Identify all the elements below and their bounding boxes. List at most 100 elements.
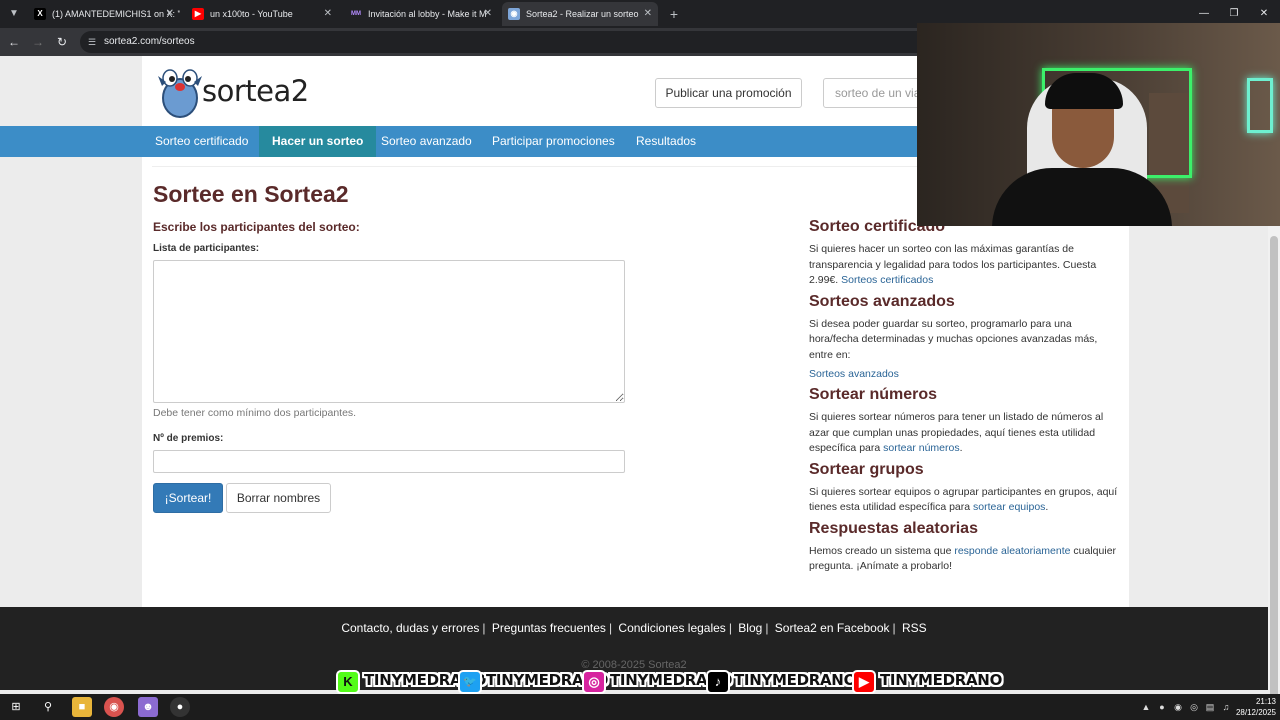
sidebar-certified-text: Si quieres hacer un sorteo con las máxim…	[809, 242, 1119, 289]
footer-separator: |	[608, 621, 613, 635]
advanced-draws-link[interactable]: Sorteos avanzados	[809, 367, 1119, 382]
footer-link-faq[interactable]: Preguntas frecuentes	[492, 621, 606, 635]
tray-app-icon-2[interactable]: ◉	[1172, 700, 1184, 714]
x-icon: X	[34, 8, 46, 20]
sidebar-groups-text: Si quieres sortear equipos o agrupar par…	[809, 485, 1119, 516]
draw-button[interactable]: ¡Sortear!	[153, 483, 223, 513]
sidebar-random-text: Hemos creado un sistema que responde ale…	[809, 544, 1119, 575]
sidebar-groups-period: .	[1045, 501, 1049, 513]
tab-search-icon[interactable]: ▼	[4, 4, 24, 24]
new-tab-icon[interactable]: +	[664, 4, 684, 24]
participants-textarea[interactable]	[153, 260, 625, 403]
certified-draws-link[interactable]: Sorteos certificados	[841, 274, 933, 286]
close-icon[interactable]: ✕	[324, 2, 332, 26]
footer-separator: |	[892, 621, 896, 635]
taskbar-clock[interactable]: 21:13 28/12/2025	[1232, 696, 1276, 718]
browser-tab-lobby[interactable]: MM Invitación al lobby - Make it M ✕	[344, 2, 498, 26]
instagram-icon: ◎	[582, 670, 606, 694]
footer-separator: |	[482, 621, 486, 635]
minimize-icon[interactable]: —	[1192, 4, 1216, 24]
logo-text: sortea2	[202, 74, 309, 108]
youtube-icon: ▶	[852, 670, 876, 694]
tray-app-icon-3[interactable]: ◎	[1188, 700, 1200, 714]
sidebar: Sorteo certificado Si quieres hacer un s…	[809, 214, 1119, 579]
footer-links: Contacto, dudas y errores | Preguntas fre…	[0, 621, 1268, 635]
prizes-input[interactable]	[153, 450, 625, 473]
draw-teams-link[interactable]: sortear equipos	[973, 501, 1045, 513]
close-window-icon[interactable]: ✕	[1252, 4, 1276, 24]
youtube-handle-text: TINYMEDRANO	[880, 671, 1003, 689]
sidebar-numbers-text: Si quieres sortear números para tener un…	[809, 410, 1119, 457]
sidebar-groups-title: Sortear grupos	[809, 460, 924, 478]
network-icon[interactable]: ▤	[1204, 700, 1216, 714]
clear-names-button[interactable]: Borrar nombres	[226, 483, 331, 513]
close-icon[interactable]: ✕	[484, 2, 492, 26]
footer-separator: |	[728, 621, 732, 635]
form-subtitle: Escribe los participantes del sorteo:	[153, 220, 360, 234]
volume-icon[interactable]: ♫	[1220, 700, 1232, 714]
reload-icon[interactable]: ↻	[52, 32, 72, 52]
close-icon[interactable]: ✕	[166, 2, 174, 26]
discord-icon[interactable]: ☻	[138, 697, 158, 717]
participants-help: Debe tener como mínimo dos participantes…	[153, 407, 357, 419]
tiktok-icon: ♪	[706, 670, 730, 694]
windows-start-icon[interactable]: ⊞	[6, 697, 26, 717]
file-explorer-icon[interactable]: ■	[72, 697, 92, 717]
restore-icon[interactable]: ❐	[1222, 4, 1246, 24]
address-bar[interactable]: ☰ sortea2.com/sorteos	[80, 31, 940, 53]
nav-item-hacer-sorteo[interactable]: Hacer un sorteo	[259, 126, 377, 157]
youtube-icon: ▶	[192, 8, 204, 20]
nav-item-sorteo-avanzado[interactable]: Sorteo avanzado	[368, 126, 485, 157]
page-title: Sortee en Sortea2	[153, 181, 349, 207]
footer-separator: |	[765, 621, 769, 635]
sidebar-numbers-title: Sortear números	[809, 386, 938, 403]
random-answers-link[interactable]: responde aleatoriamente	[954, 545, 1070, 557]
twitter-icon: 🐦	[458, 670, 482, 694]
nav-item-participar-promociones[interactable]: Participar promociones	[479, 126, 628, 157]
clock-time: 21:13	[1255, 697, 1276, 706]
sidebar-advanced-text: Si desea poder guardar su sorteo, progra…	[809, 317, 1098, 361]
publish-promotion-button[interactable]: Publicar una promoción	[655, 78, 802, 108]
chrome-icon[interactable]: ◉	[104, 697, 124, 717]
nav-item-resultados[interactable]: Resultados	[623, 126, 709, 157]
participants-label: Lista de participantes:	[153, 243, 260, 254]
makeit-icon: MM	[350, 8, 362, 20]
webcam-neon-sign	[1247, 78, 1273, 133]
webcam-overlay	[917, 23, 1280, 226]
tab-title: un x100to - YouTube	[210, 9, 293, 19]
footer-link-blog[interactable]: Blog	[738, 621, 762, 635]
nav-item-sorteo-certificado[interactable]: Sorteo certificado	[142, 126, 261, 157]
clock-date: 28/12/2025	[1235, 708, 1276, 717]
sidebar-numbers-period: .	[959, 442, 963, 454]
back-icon[interactable]: ←	[4, 32, 24, 52]
browser-tab-youtube[interactable]: ▶ un x100to - YouTube ✕	[186, 2, 338, 26]
close-icon[interactable]: ✕	[644, 2, 652, 26]
scrollbar-thumb[interactable]	[1270, 236, 1278, 720]
tab-title: (1) AMANTEDEMICHIS1 on X: "a	[52, 9, 180, 19]
forward-icon[interactable]: →	[28, 32, 48, 52]
search-icon[interactable]: ⚲	[38, 697, 58, 717]
browser-tab-sortea2[interactable]: ◉ Sortea2 - Realizar un sorteo ✕	[502, 2, 658, 26]
footer-link-facebook[interactable]: Sortea2 en Facebook	[775, 621, 890, 635]
sidebar-groups-body: Si quieres sortear equipos o agrupar par…	[809, 485, 1118, 514]
nvidia-tray-icon[interactable]: ▲	[1140, 700, 1152, 714]
footer-link-rss[interactable]: RSS	[902, 621, 927, 635]
kick-icon: K	[336, 670, 360, 694]
obs-icon[interactable]: ●	[170, 697, 190, 717]
sidebar-random-title: Respuestas aleatorias	[809, 519, 978, 537]
site-info-icon[interactable]: ☰	[86, 36, 98, 48]
footer-link-contact[interactable]: Contacto, dudas y errores	[341, 621, 479, 635]
prizes-label: Nº de premios:	[153, 433, 224, 444]
sortea2-logo[interactable]: sortea2	[156, 68, 326, 118]
mascot-icon	[158, 69, 202, 118]
footer-link-legal[interactable]: Condiciones legales	[618, 621, 725, 635]
sortea2-favicon-icon: ◉	[508, 8, 520, 20]
tab-title: Sortea2 - Realizar un sorteo	[526, 9, 639, 19]
tray-app-icon[interactable]: ●	[1156, 700, 1168, 714]
tab-title: Invitación al lobby - Make it M	[368, 9, 487, 19]
browser-tab-x[interactable]: X (1) AMANTEDEMICHIS1 on X: "a ✕	[28, 2, 180, 26]
address-url[interactable]: sortea2.com/sorteos	[104, 31, 195, 53]
sidebar-advanced-title: Sorteos avanzados	[809, 292, 955, 310]
draw-numbers-link[interactable]: sortear números	[883, 442, 959, 454]
sidebar-random-before: Hemos creado un sistema que	[809, 544, 952, 557]
